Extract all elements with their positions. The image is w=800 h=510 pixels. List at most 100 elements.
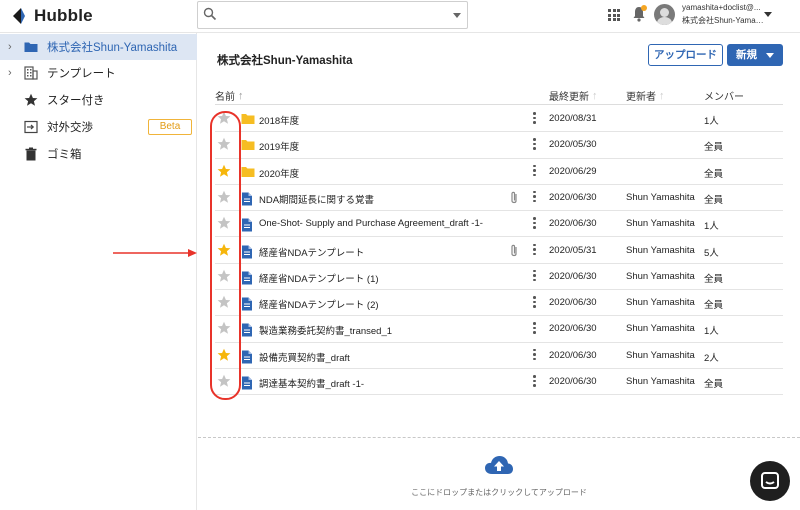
attachment-clip-icon[interactable] — [509, 244, 519, 258]
last-updated: 2020/06/30 — [549, 297, 597, 309]
dropzone-text: ここにドロップまたはクリックしてアップロード — [411, 488, 587, 497]
last-updated: 2020/06/30 — [549, 376, 597, 387]
more-options-icon[interactable] — [533, 164, 537, 179]
upload-button[interactable]: アップロード — [648, 44, 723, 66]
avatar[interactable] — [654, 4, 675, 25]
table-row[interactable]: 設備売買契約書_draft 2020/06/30 Shun Yamashita 2人 — [215, 343, 783, 369]
page-title: 株式会社Shun-Yamashita — [217, 55, 353, 67]
new-button-label: 新規 — [736, 49, 757, 61]
last-updated: 2020/06/30 — [549, 323, 597, 335]
more-options-icon[interactable] — [533, 375, 537, 389]
more-options-icon[interactable] — [533, 190, 537, 205]
sidebar-item-starred[interactable]: スター付き — [0, 87, 197, 113]
upload-dropzone[interactable]: ここにドロップまたはクリックしてアップロード — [198, 437, 800, 510]
sidebar-item-negotiation[interactable]: 対外交渉 Beta — [0, 114, 197, 140]
search-input[interactable] — [222, 6, 442, 24]
last-updated: 2020/05/31 — [549, 244, 597, 256]
file-name[interactable]: 設備売買契約書_draft — [259, 350, 350, 364]
new-button[interactable]: 新規 — [727, 44, 783, 66]
table-row[interactable]: 2018年度 2020/08/31 1人 — [215, 106, 783, 133]
sort-arrow-up-icon[interactable]: ↑ — [592, 90, 598, 102]
file-name[interactable]: 2019年度 — [259, 139, 299, 153]
members: 5人 — [704, 247, 719, 259]
file-name[interactable]: One-Shot- Supply and Purchase Agreement_… — [259, 218, 483, 229]
file-name[interactable]: 調達基本契約書_draft -1- — [259, 376, 364, 390]
more-options-icon[interactable] — [533, 217, 537, 231]
column-updater-label: 更新者 — [626, 92, 656, 103]
column-updater-header[interactable]: 更新者 ↑ — [626, 88, 665, 104]
table-row[interactable]: 2019年度 2020/05/30 全員 — [215, 132, 783, 159]
file-name[interactable]: 2018年度 — [259, 113, 299, 127]
updated-by: Shun Yamashita — [626, 349, 695, 361]
updated-by: Shun Yamashita — [626, 191, 695, 203]
chat-support-button[interactable] — [750, 461, 790, 501]
document-icon — [242, 323, 252, 337]
chevron-down-icon — [766, 53, 774, 58]
user-email[interactable]: yamashita+doclist@... — [682, 3, 764, 12]
sidebar-item-company[interactable]: › 株式会社Shun-Yamashita — [0, 34, 197, 60]
table-row[interactable]: 経産省NDAテンプレート 2020/05/31 Shun Yamashita 5人 — [215, 238, 783, 264]
column-members-header: メンバー — [704, 88, 744, 103]
sort-arrow-up-icon[interactable]: ↑ — [238, 90, 244, 102]
sidebar-item-trash[interactable]: ゴミ箱 — [0, 141, 197, 167]
file-name[interactable]: 経産省NDAテンプレート (2) — [259, 297, 379, 311]
members: 全員 — [704, 168, 724, 180]
star-icon — [24, 93, 38, 106]
search-box[interactable] — [197, 1, 468, 29]
chevron-right-icon[interactable]: › — [8, 41, 12, 53]
table-row[interactable]: 経産省NDAテンプレート (2) 2020/06/30 Shun Yamashita… — [215, 290, 783, 317]
more-options-icon[interactable] — [533, 112, 537, 126]
document-icon — [242, 271, 252, 285]
more-options-icon[interactable] — [533, 138, 537, 152]
more-options-icon[interactable] — [533, 296, 537, 310]
search-dropdown-icon[interactable] — [453, 13, 461, 18]
building-icon — [24, 66, 38, 80]
app-name: Hubble — [34, 6, 93, 25]
sidebar-item-templates[interactable]: › テンプレート — [0, 60, 197, 86]
table-row[interactable]: 2020年度 2020/06/29 全員 — [215, 159, 783, 185]
external-negotiation-icon — [24, 120, 38, 134]
updated-by: Shun Yamashita — [626, 323, 695, 335]
logo[interactable]: Hubble — [12, 6, 93, 26]
table-row[interactable]: One-Shot- Supply and Purchase Agreement_… — [215, 211, 783, 238]
table-row[interactable]: 製造業務委託契約書_transed_1 2020/06/30 Shun Yamash… — [215, 316, 783, 343]
last-updated: 2020/06/30 — [549, 349, 597, 361]
annotation-highlight-stars — [210, 111, 241, 400]
more-options-icon[interactable] — [533, 243, 537, 258]
hubble-logo-icon — [13, 8, 25, 24]
updated-by: Shun Yamashita — [626, 218, 695, 230]
last-updated: 2020/06/30 — [549, 270, 597, 282]
more-options-icon[interactable] — [533, 269, 537, 284]
chevron-right-icon[interactable]: › — [8, 67, 12, 79]
user-org[interactable]: 株式会社Shun-Yamashita — [682, 15, 764, 26]
updated-by: Shun Yamashita — [626, 297, 695, 309]
sidebar-item-label: 株式会社Shun-Yamashita — [47, 42, 178, 54]
sort-arrow-up-icon[interactable]: ↑ — [659, 90, 665, 102]
column-updated-header[interactable]: 最終更新 ↑ — [549, 88, 598, 104]
apps-grid-icon[interactable] — [608, 9, 620, 21]
document-icon — [242, 350, 252, 364]
file-name[interactable]: 経産省NDAテンプレート (1) — [259, 271, 379, 285]
sidebar-item-label: 対外交渉 — [47, 122, 93, 134]
sidebar-item-label: スター付き — [47, 95, 105, 107]
more-options-icon[interactable] — [533, 322, 537, 336]
file-name[interactable]: NDA期間延長に関する覚書 — [259, 192, 374, 206]
members: 全員 — [704, 142, 724, 154]
members: 1人 — [704, 221, 719, 233]
table-row[interactable]: 経産省NDAテンプレート (1) 2020/06/30 Shun Yamashita… — [215, 264, 783, 291]
last-updated: 2020/06/30 — [549, 218, 597, 230]
table-row[interactable]: NDA期間延長に関する覚書 2020/06/30 Shun Yamashita 全員 — [215, 185, 783, 212]
more-options-icon[interactable] — [533, 348, 537, 363]
members: 1人 — [704, 326, 719, 338]
attachment-clip-icon[interactable] — [509, 191, 519, 205]
members: 全員 — [704, 300, 724, 312]
column-name-header[interactable]: 名前 ↑ — [215, 88, 244, 104]
file-name[interactable]: 経産省NDAテンプレート — [259, 245, 364, 259]
notification-badge — [641, 5, 647, 11]
file-name[interactable]: 2020年度 — [259, 166, 299, 180]
members: 全員 — [704, 273, 724, 285]
file-name[interactable]: 製造業務委託契約書_transed_1 — [259, 323, 392, 337]
table-row[interactable]: 調達基本契約書_draft -1- 2020/06/30 Shun Yamashit… — [215, 369, 783, 396]
members: 1人 — [704, 116, 719, 127]
user-menu-caret-icon[interactable] — [764, 12, 772, 17]
